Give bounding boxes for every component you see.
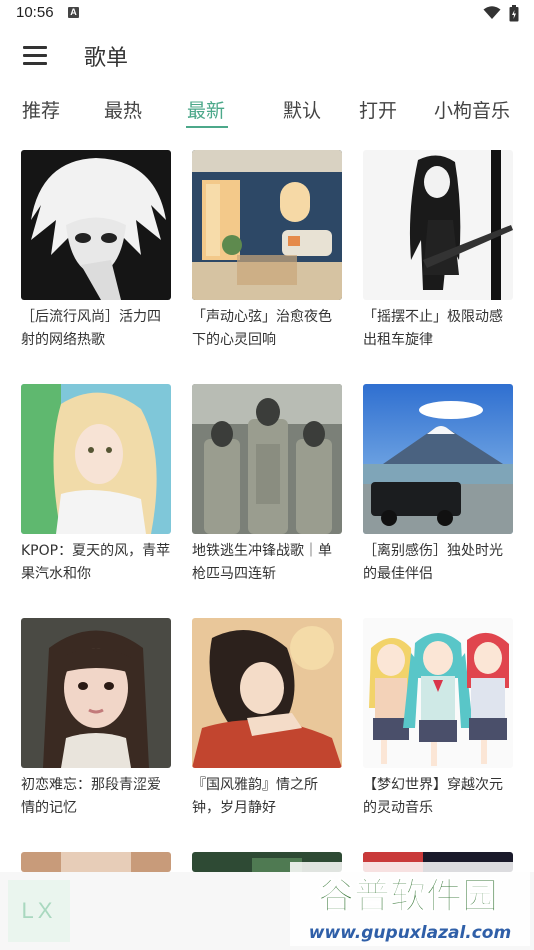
watermark-url: www.gupuxlazal.com: [309, 923, 511, 943]
playlist-cover: [192, 618, 342, 768]
playlist-cover: [21, 618, 171, 768]
playlist-card[interactable]: 「声动心弦」治愈夜色下的心灵回响: [192, 150, 342, 352]
active-tab-indicator: [186, 126, 228, 128]
watermark-title: 谷普软件园: [318, 876, 498, 917]
playlist-title: 【梦幻世界】穿越次元的灵动音乐: [363, 777, 503, 816]
wifi-icon: [483, 6, 501, 19]
playlist-cover: [21, 150, 171, 300]
playlist-title: 地铁逃生冲锋战歌｜单枪匹马四连斩: [192, 543, 332, 582]
menu-icon[interactable]: [18, 42, 48, 68]
playlist-card[interactable]: 『国风雅韵』情之所钟，岁月静好: [192, 618, 342, 820]
playlist-card[interactable]: ［后流行风尚］活力四射的网络热歌: [21, 150, 171, 352]
playlist-cover: [192, 150, 342, 300]
playlist-title: 『国风雅韵』情之所钟，岁月静好: [192, 777, 318, 816]
tab-newest[interactable]: 最新: [187, 96, 225, 123]
playlist-card[interactable]: [21, 852, 171, 872]
battery-icon: [509, 5, 519, 22]
playlist-card[interactable]: ［离别感伤］独处时光的最佳伴侣: [363, 384, 513, 586]
playlist-cover: [363, 150, 513, 300]
tab-xiaogou-music[interactable]: 小枸音乐: [434, 96, 510, 123]
tab-recommend[interactable]: 推荐: [22, 96, 60, 123]
source-tabs: 推荐 最热 最新 默认 打开 小枸音乐: [0, 88, 534, 132]
playlist-cover: [363, 384, 513, 534]
playlist-title: 「摇摆不止」极限动感出租车旋律: [363, 309, 503, 348]
notification-icon: A: [68, 7, 79, 18]
playlist-card[interactable]: 【梦幻世界】穿越次元的灵动音乐: [363, 618, 513, 820]
app-header: 歌单: [0, 28, 534, 84]
playlist-title: 初恋难忘：那段青涩爱情的记忆: [21, 777, 161, 816]
playlist-title: ［离别感伤］独处时光的最佳伴侣: [363, 543, 503, 582]
watermark-logo: 谷普软件园 www.gupuxlazal.com: [290, 862, 530, 946]
tab-open[interactable]: 打开: [359, 96, 397, 123]
status-bar: 10:56 A: [0, 0, 534, 28]
playlist-card[interactable]: KPOP：夏天的风，青苹果汽水和你: [21, 384, 171, 586]
playlist-title: 「声动心弦」治愈夜色下的心灵回响: [192, 309, 332, 348]
tab-hottest[interactable]: 最热: [104, 96, 142, 123]
playlist-card[interactable]: 初恋难忘：那段青涩爱情的记忆: [21, 618, 171, 820]
playlist-card[interactable]: 「摇摆不止」极限动感出租车旋律: [363, 150, 513, 352]
playlist-cover: [21, 852, 171, 872]
playlist-title: KPOP：夏天的风，青苹果汽水和你: [21, 543, 171, 582]
playlist-cover: [363, 618, 513, 768]
player-cover-logo[interactable]: LX: [8, 880, 70, 942]
playlist-cover: [21, 384, 171, 534]
playlist-title: ［后流行风尚］活力四射的网络热歌: [21, 309, 161, 348]
tab-default[interactable]: 默认: [283, 96, 321, 123]
status-time: 10:56: [16, 4, 54, 21]
playlist-card[interactable]: 地铁逃生冲锋战歌｜单枪匹马四连斩: [192, 384, 342, 586]
page-title: 歌单: [84, 46, 129, 71]
playlist-cover: [192, 384, 342, 534]
